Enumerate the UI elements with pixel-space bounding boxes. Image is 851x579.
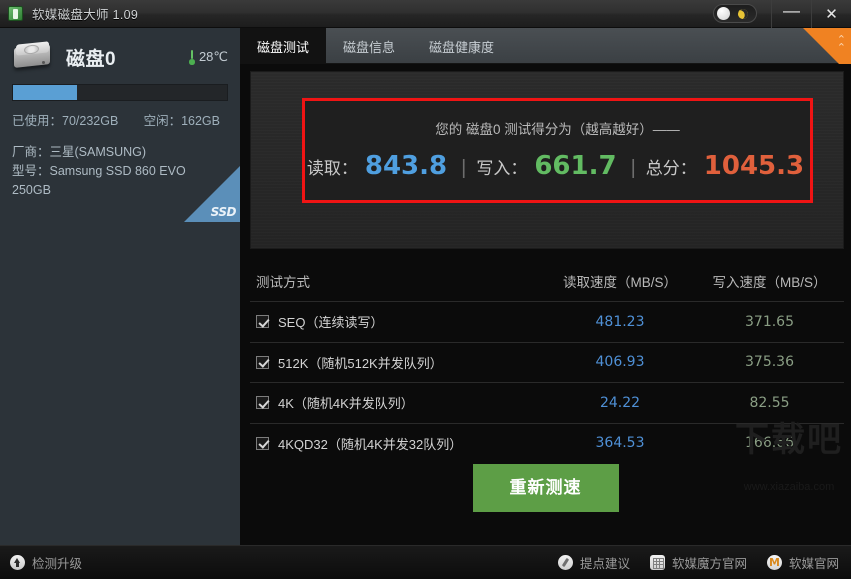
close-button[interactable]: ✕ — [811, 0, 851, 28]
row-read-speed: 24.22 — [545, 395, 695, 411]
cube-site-label: 软媒魔方官网 — [671, 557, 747, 571]
row-write-value: 166.66 — [745, 435, 794, 452]
score-values: 读取： 843.8 | 写入： 661.7 | 总分： 1045.3 — [305, 151, 810, 181]
row-method: SEQ（连续读写） — [250, 312, 545, 331]
retest-button[interactable]: 重新测速 — [472, 464, 619, 512]
table-row: 512K（随机512K并发队列） 406.93 375.36 — [250, 341, 844, 383]
score-separator-1: | — [461, 157, 467, 179]
disk-usage-fill — [13, 85, 78, 100]
row-write-value: 375.36 — [745, 354, 794, 371]
day-night-toggle[interactable] — [713, 4, 757, 23]
title-bar: 软媒磁盘大师 1.09 — ✕ — [0, 0, 851, 28]
score-panel: 您的 磁盘0 测试得分为（越高越好）—— 读取： 843.8 | 写入： 661… — [250, 71, 844, 249]
row-method: 4KQD32（随机4K并发32队列） — [250, 434, 545, 453]
header-read-speed: 读取速度（MB/S） — [562, 275, 677, 290]
row-read-value: 24.22 — [599, 394, 641, 411]
cube-site-link[interactable]: 软媒魔方官网 — [649, 553, 747, 572]
score-separator-2: | — [630, 157, 636, 179]
feedback-link[interactable]: 提点建议 — [557, 553, 630, 572]
header-write-speed: 写入速度（MB/S） — [712, 275, 827, 290]
row-checkbox[interactable] — [256, 355, 269, 369]
pen-icon — [557, 555, 573, 570]
row-checkbox[interactable] — [256, 396, 269, 410]
tab-disk-test[interactable]: 磁盘测试 — [240, 28, 327, 64]
main-content: 您的 磁盘0 测试得分为（越高越好）—— 读取： 843.8 | 写入： 661… — [240, 64, 851, 545]
app-window: 软媒磁盘大师 1.09 — ✕ 磁盘0 28℃ 已使用：70/232GB 空闲：… — [0, 0, 851, 579]
disk-usage-labels: 已使用：70/232GB 空闲：162GB — [12, 110, 228, 129]
vendor-label: 厂商：三星(SAMSUNG) — [12, 145, 147, 159]
temperature-value: 28℃ — [198, 49, 228, 64]
row-read-speed: 406.93 — [545, 354, 695, 370]
disk-sidebar: 磁盘0 28℃ 已使用：70/232GB 空闲：162GB 厂商：三星(SAMS… — [0, 28, 240, 545]
read-score-value: 843.8 — [364, 151, 448, 181]
table-header: 测试方式 读取速度（MB/S） 写入速度（MB/S） — [250, 261, 844, 301]
row-method: 4K（随机4K并发队列） — [250, 393, 545, 412]
row-write-speed: 375.36 — [695, 354, 844, 370]
row-method-label: 4KQD32（随机4K并发32队列） — [278, 436, 463, 452]
table-row: 4KQD32（随机4K并发32队列） 364.53 166.66 — [250, 422, 844, 464]
ruanmei-site-link[interactable]: M 软媒官网 — [766, 553, 839, 572]
disk-name: 磁盘0 — [66, 48, 117, 70]
row-method-label: 512K（随机512K并发队列） — [278, 355, 443, 371]
tab-disk-health[interactable]: 磁盘健康度 — [412, 28, 511, 64]
write-score-label: 写入： — [476, 159, 528, 178]
moon-icon — [736, 7, 750, 21]
grid-icon — [649, 555, 665, 570]
row-read-speed: 364.53 — [545, 435, 695, 451]
row-read-value: 406.93 — [595, 354, 645, 371]
used-label: 已使用：70/232GB — [12, 114, 119, 128]
window-controls: — ✕ — [713, 0, 851, 28]
row-read-speed: 481.23 — [545, 314, 695, 330]
table-row: SEQ（连续读写） 481.23 371.65 — [250, 301, 844, 342]
minimize-button[interactable]: — — [771, 0, 811, 28]
check-update-button[interactable]: 检测升级 — [10, 553, 82, 572]
tab-strip: 磁盘测试 磁盘信息 磁盘健康度 ⌃ ⌃ — [240, 28, 851, 76]
hard-disk-icon — [12, 41, 56, 72]
row-method-label: 4K（随机4K并发队列） — [278, 396, 414, 412]
disk-header: 磁盘0 28℃ — [0, 28, 240, 72]
ssd-ribbon-label: SSD — [210, 205, 237, 219]
total-score-value: 1045.3 — [703, 151, 805, 181]
table-row: 4K（随机4K并发队列） 24.22 82.55 — [250, 382, 844, 423]
status-bar: 检测升级 提点建议 软媒魔方官网 M 软媒官网 — [0, 545, 851, 579]
read-score-label: 读取： — [306, 159, 358, 178]
header-method: 测试方式 — [256, 275, 310, 290]
row-write-value: 82.55 — [749, 394, 790, 411]
feedback-label: 提点建议 — [579, 557, 630, 571]
write-score-value: 661.7 — [534, 151, 617, 181]
app-icon — [8, 6, 23, 21]
disk-temperature: 28℃ — [188, 49, 228, 65]
row-method: 512K（随机512K并发队列） — [250, 353, 545, 372]
row-write-value: 371.65 — [745, 313, 794, 330]
toggle-knob-sun-icon — [717, 7, 730, 20]
row-checkbox[interactable] — [256, 436, 269, 450]
check-update-label: 检测升级 — [32, 557, 83, 571]
window-title: 软媒磁盘大师 1.09 — [32, 8, 139, 22]
status-links: 提点建议 软媒魔方官网 M 软媒官网 — [538, 553, 839, 572]
score-caption: 您的 磁盘0 测试得分为（越高越好）—— — [435, 122, 680, 137]
score-highlight-box: 您的 磁盘0 测试得分为（越高越好）—— 读取： 843.8 | 写入： 661… — [302, 98, 813, 203]
ruanmei-site-label: 软媒官网 — [788, 557, 839, 571]
tab-disk-info[interactable]: 磁盘信息 — [326, 28, 412, 64]
thermometer-icon — [188, 49, 196, 65]
row-read-value: 481.23 — [595, 313, 645, 330]
row-write-speed: 166.66 — [695, 435, 844, 451]
row-write-speed: 82.55 — [695, 395, 844, 411]
total-score-label: 总分： — [645, 159, 697, 178]
free-label: 空闲：162GB — [143, 114, 220, 128]
upgrade-arrow-icon — [10, 555, 25, 570]
table-body: SEQ（连续读写） 481.23 371.65 512K（随机512K并发队列） 406… — [250, 301, 844, 463]
row-checkbox[interactable] — [256, 315, 269, 329]
disk-usage-bar — [12, 84, 228, 101]
row-write-speed: 371.65 — [695, 314, 844, 330]
row-method-label: SEQ（连续读写） — [278, 315, 384, 331]
results-table: 测试方式 读取速度（MB/S） 写入速度（MB/S） SEQ（连续读写） 481.… — [250, 261, 844, 463]
retest-area: 重新测速 — [240, 464, 851, 512]
chevron-up-icon[interactable]: ⌃ ⌃ — [837, 35, 846, 54]
row-read-value: 364.53 — [595, 435, 645, 452]
m-logo-icon: M — [766, 555, 782, 570]
